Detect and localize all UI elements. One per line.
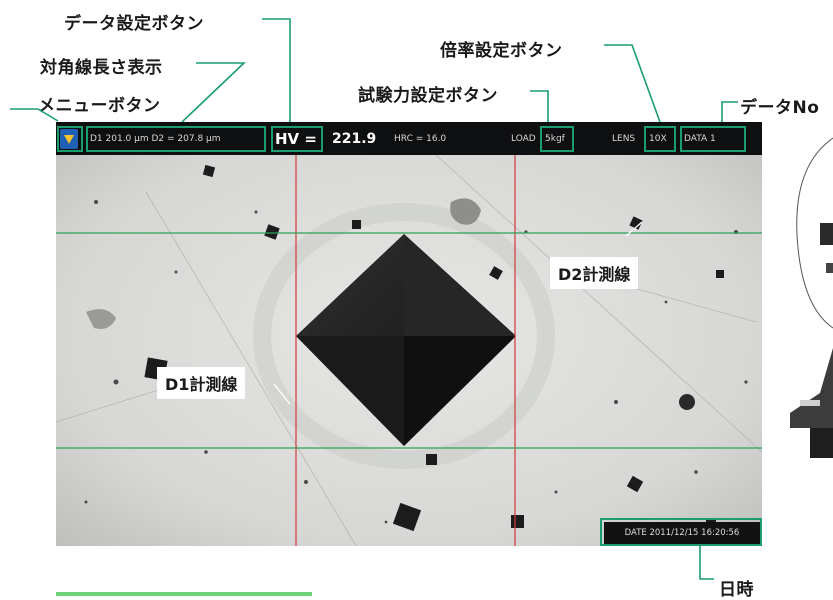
callout-test-force-settings: 試験力設定ボタン <box>358 86 498 106</box>
callout-magnification-settings: 倍率設定ボタン <box>440 41 563 61</box>
datetime-highlight <box>600 518 762 546</box>
callout-diagonal-display: 対角線長さ表示 <box>40 58 163 78</box>
hrc-value: HRC = 16.0 <box>394 133 447 144</box>
decorative-green-bar <box>56 592 312 596</box>
magnification-highlight <box>644 126 676 152</box>
lens-label: LENS <box>612 133 636 144</box>
callout-menu-button: メニューボタン <box>38 96 161 116</box>
status-bar: D1 201.0 μm D2 = 207.8 μm HV = 221.9 HRC… <box>56 122 762 155</box>
microscope-screen: D1 201.0 μm D2 = 207.8 μm HV = 221.9 HRC… <box>56 122 762 546</box>
hardness-tester-image <box>790 137 833 458</box>
diagonal-display-highlight <box>86 126 266 152</box>
callout-data-no: データNo <box>740 98 820 118</box>
test-force-highlight <box>540 126 574 152</box>
load-label: LOAD <box>511 133 536 144</box>
callout-datetime: 日時 <box>719 580 754 600</box>
d2-line-label: D2計測線 <box>550 257 639 289</box>
data-settings-highlight <box>271 126 323 152</box>
data-no-highlight <box>680 126 746 152</box>
hv-value: 221.9 <box>332 130 377 147</box>
menu-button-highlight <box>57 126 83 152</box>
callout-data-settings: データ設定ボタン <box>64 14 204 34</box>
specimen-image <box>56 122 762 546</box>
d1-line-label: D1計測線 <box>157 367 246 399</box>
